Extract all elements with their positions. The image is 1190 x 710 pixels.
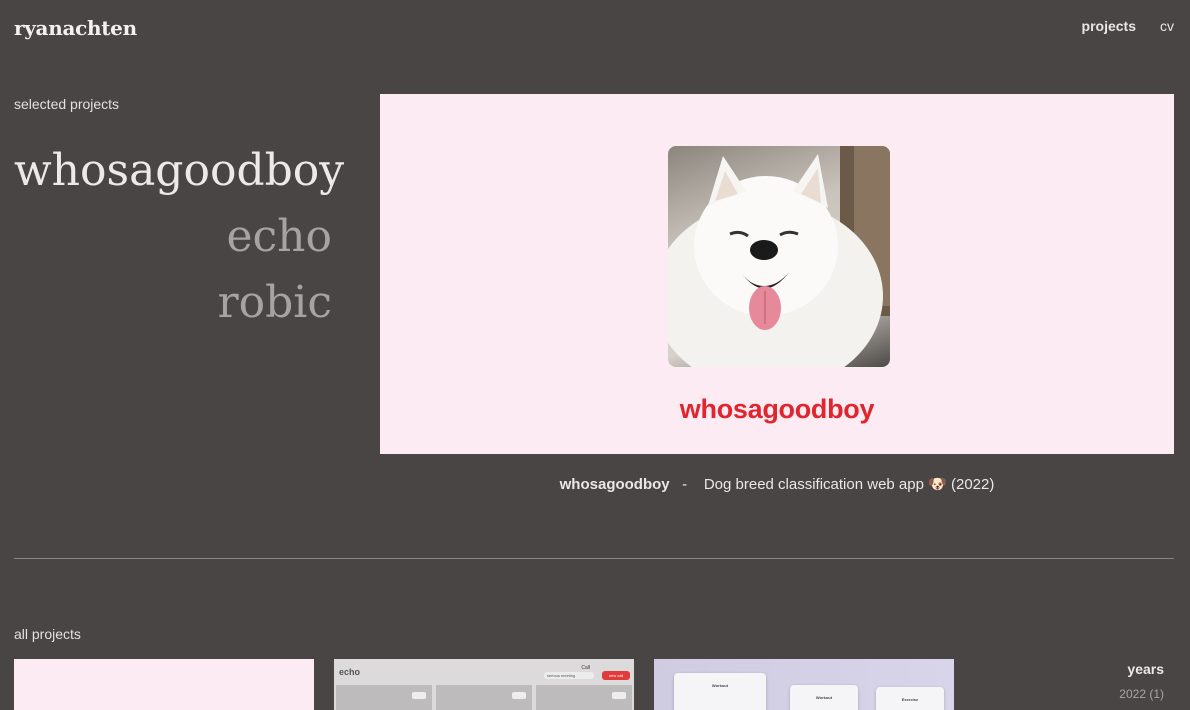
hero-title: whosagoodboy (679, 394, 875, 424)
nav-projects[interactable]: projects (1082, 18, 1136, 34)
robic-screen-title: Exercise (901, 697, 919, 702)
caption-description: Dog breed classification web app (703, 476, 924, 493)
featured-project-list: whosagoodboy echo robic (14, 138, 344, 336)
project-card-whosagoodboy[interactable] (14, 659, 314, 710)
main-nav: projects cv (1082, 18, 1174, 34)
site-logo[interactable]: ryanachten (14, 16, 137, 40)
caption-project-name[interactable]: whosagoodboy (560, 476, 670, 493)
echo-call-label: Call (581, 665, 590, 671)
echo-video-tile (536, 685, 632, 710)
echo-card-title: echo (339, 667, 361, 677)
years-filter: years 2022 (1) (1119, 661, 1164, 701)
featured-item-echo[interactable]: echo (14, 204, 332, 270)
echo-meeting-pill: serious meeting (544, 672, 594, 679)
featured-item-whosagoodboy[interactable]: whosagoodboy (14, 138, 344, 204)
featured-project-preview[interactable]: whosagoodboy (380, 94, 1174, 454)
caption-year: (2022) (951, 476, 995, 493)
robic-phone-screen: Workout (674, 673, 766, 710)
year-filter-2022[interactable]: 2022 (1) (1119, 687, 1164, 701)
echo-video-tile (336, 685, 432, 710)
featured-item-robic[interactable]: robic (14, 270, 332, 336)
project-card-echo[interactable]: echo Call serious meeting new call (334, 659, 634, 710)
robic-screen-title: Workout (711, 683, 729, 688)
nav-cv[interactable]: cv (1160, 18, 1174, 34)
project-card-robic[interactable]: Workout Workout Exercise (654, 659, 954, 710)
caption-separator: - (682, 476, 688, 493)
selected-projects-label: selected projects (14, 96, 120, 112)
echo-new-call-button: new call (602, 671, 630, 680)
all-projects-label: all projects (14, 626, 81, 642)
dog-photo (668, 146, 890, 367)
robic-phone-screen: Exercise (876, 687, 944, 710)
years-heading: years (1127, 661, 1164, 677)
robic-screen-title: Workout (815, 695, 833, 700)
echo-video-tile (436, 685, 532, 710)
robic-phone-screen: Workout (790, 685, 858, 710)
section-divider (14, 558, 1174, 559)
dog-emoji-icon: 🐶 (928, 476, 947, 493)
project-caption: whosagoodboy - Dog breed classification … (380, 475, 1174, 493)
